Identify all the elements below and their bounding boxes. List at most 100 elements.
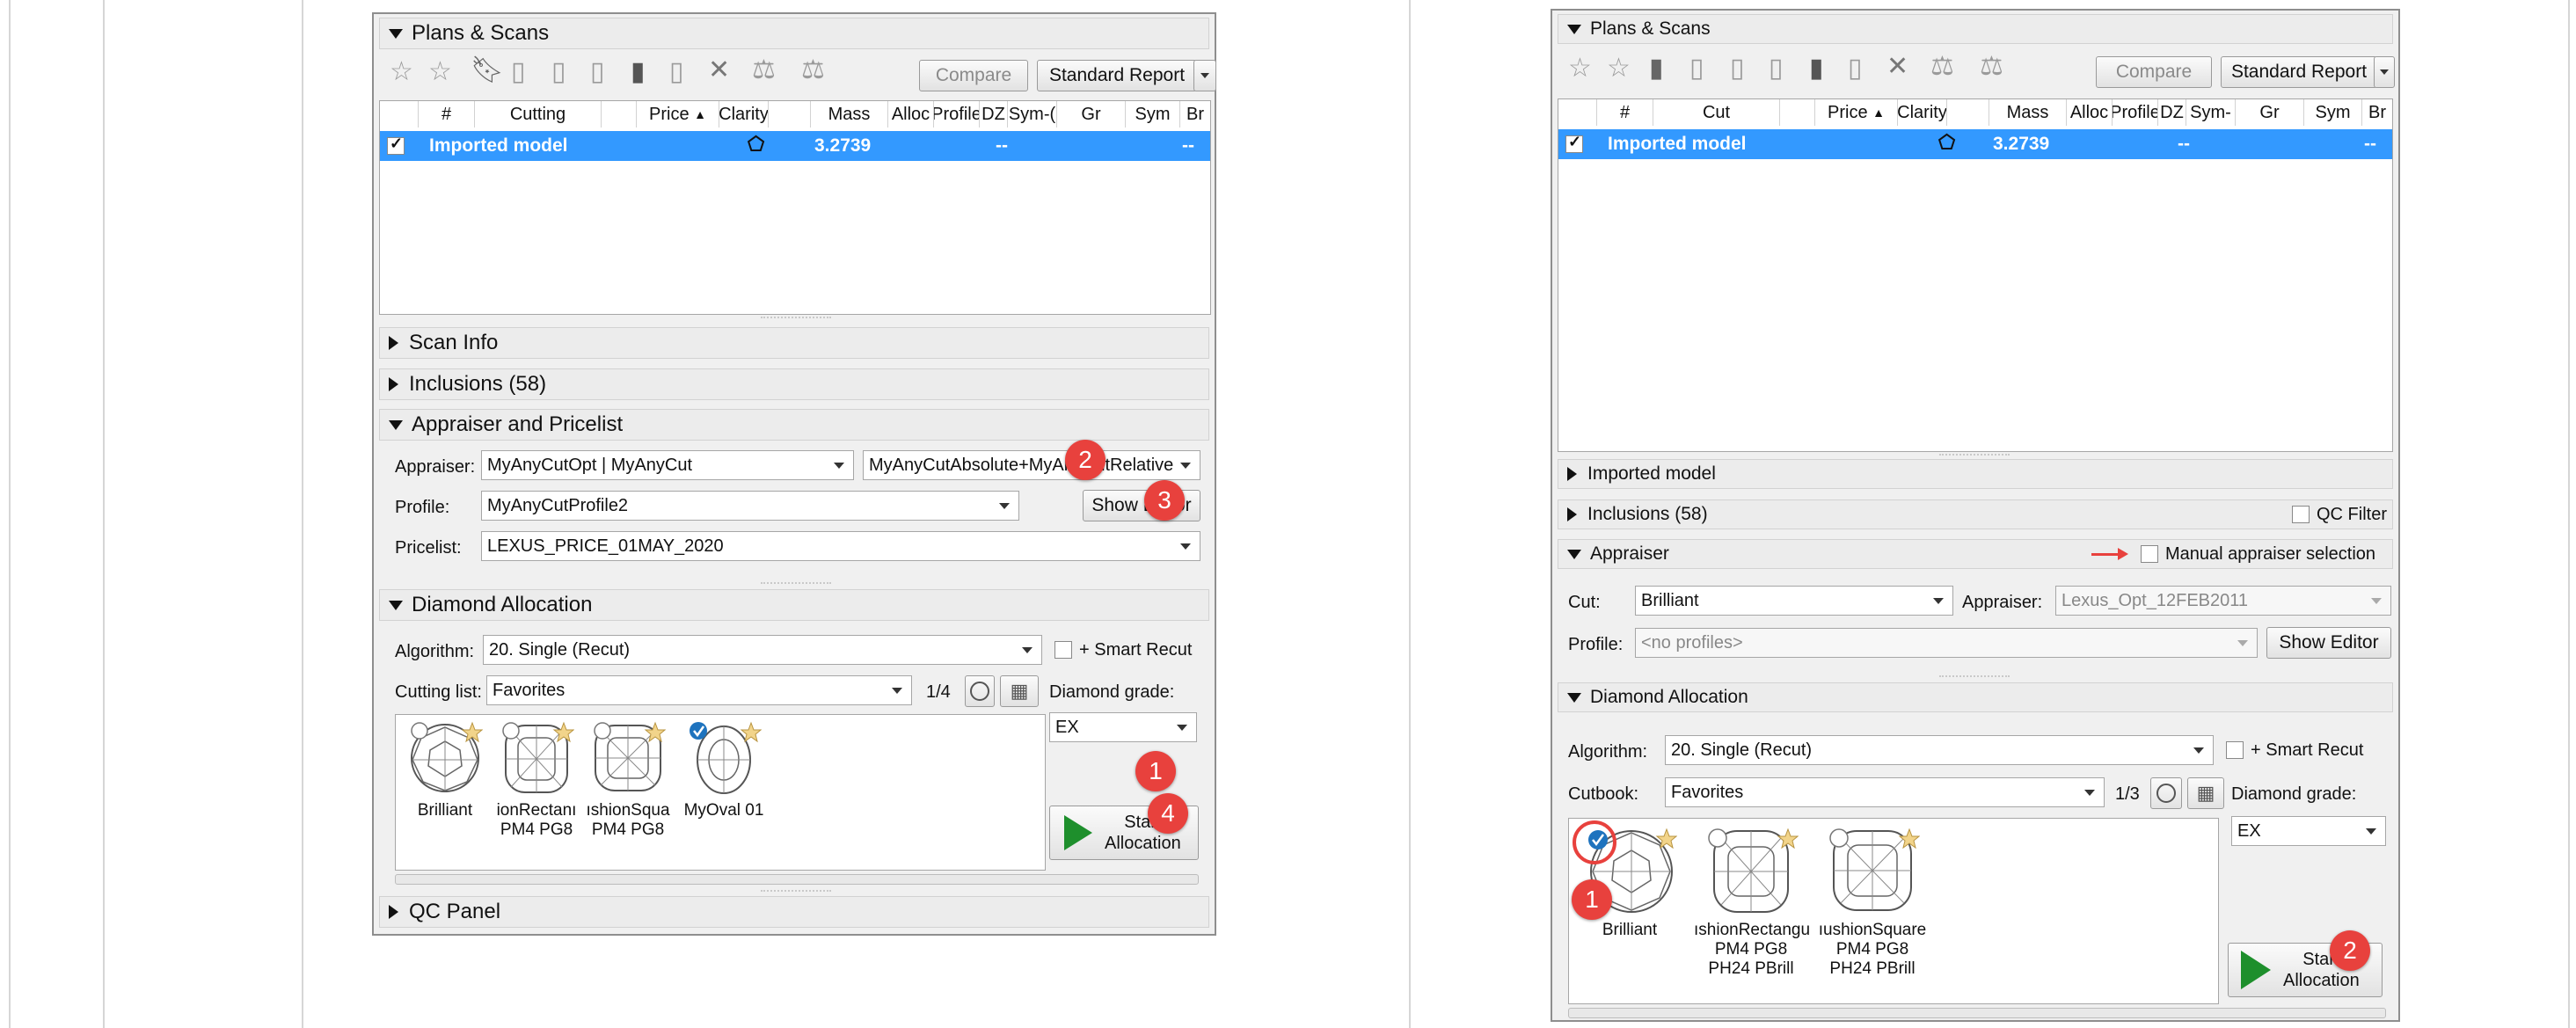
- splitter[interactable]: [1939, 454, 2010, 458]
- col-header[interactable]: Cut: [1653, 99, 1780, 126]
- scales-icon[interactable]: ⚖: [1930, 51, 1954, 82]
- col-header-price[interactable]: Price ▲: [1815, 99, 1898, 126]
- appraiser-header[interactable]: Appraiser Manual appraiser selection: [1558, 539, 2393, 569]
- col-header[interactable]: Sym-: [2186, 99, 2236, 126]
- diamond-allocation-header[interactable]: Diamond Allocation: [1558, 682, 2393, 712]
- star-icon[interactable]: ☆: [1568, 53, 1592, 84]
- list-options-button[interactable]: ▦: [2187, 777, 2224, 809]
- algorithm-select[interactable]: 20. Single (Recut): [483, 635, 1042, 665]
- appraiser-pricelist-header[interactable]: Appraiser and Pricelist: [379, 409, 1209, 441]
- inclusions-header[interactable]: Inclusions (58): [379, 368, 1209, 400]
- scales-icon[interactable]: ⚖: [752, 55, 776, 85]
- diamond-grade-select[interactable]: EX: [1049, 712, 1197, 742]
- horizontal-scrollbar[interactable]: [395, 874, 1199, 885]
- table-row[interactable]: ✓ Imported model ⬠ 3.2739 -- --: [1558, 129, 2392, 159]
- relative-select[interactable]: MyAnyCutAbsolute+MyAnyCutRelative: [863, 450, 1200, 480]
- col-header[interactable]: Sym: [1126, 101, 1180, 128]
- scan-info-header[interactable]: Scan Info: [379, 327, 1209, 359]
- bookmark-outline-icon[interactable]: ▯: [1848, 53, 1863, 84]
- splitter[interactable]: [761, 317, 831, 321]
- col-header[interactable]: Alloc: [2067, 99, 2113, 126]
- col-header[interactable]: Br: [1180, 101, 1210, 128]
- row-checkbox[interactable]: ✓: [1565, 133, 1583, 153]
- scales-off-icon[interactable]: ⚖: [801, 55, 825, 85]
- bookmark-icon[interactable]: ▯: [1730, 53, 1745, 84]
- diamond-item-myoval[interactable]: MyOval 01: [675, 720, 772, 820]
- profile-select[interactable]: <no profiles>: [1635, 628, 2258, 658]
- plans-scans-header[interactable]: Plans & Scans: [379, 18, 1209, 49]
- cut-select[interactable]: Brilliant: [1635, 586, 1953, 616]
- table-row[interactable]: ✓ Imported model ⬠ 3.2739 -- --: [380, 131, 1210, 161]
- diamond-item-cushion-square[interactable]: ıshionSqua PM4 PG8: [584, 720, 672, 840]
- list-options-button[interactable]: ▦: [1000, 675, 1039, 707]
- appraiser-select[interactable]: MyAnyCutOpt | MyAnyCut: [481, 450, 854, 480]
- qc-panel-header[interactable]: QC Panel: [379, 896, 1209, 928]
- col-header[interactable]: Alloc: [888, 101, 934, 128]
- bookmark-outline-icon[interactable]: ▯: [1769, 53, 1784, 84]
- appraiser-select[interactable]: Lexus_Opt_12FEB2011: [2055, 586, 2391, 616]
- smart-recut-checkbox[interactable]: [2226, 741, 2244, 759]
- bookmark-icon[interactable]: 🔖︎: [471, 55, 504, 85]
- diamond-item-cushion-square[interactable]: ıushionSquare PM4 PG8 PH24 PBrill: [1815, 824, 1930, 979]
- close-icon[interactable]: ✕: [1886, 51, 1908, 82]
- bookmark-outline-icon[interactable]: ▯: [1689, 53, 1704, 84]
- star-outline-icon[interactable]: ☆: [428, 56, 452, 87]
- imported-model-header[interactable]: Imported model: [1558, 459, 2393, 489]
- col-header[interactable]: DZ: [980, 101, 1008, 128]
- cutbook-select[interactable]: Favorites: [1665, 777, 2105, 807]
- scales-off-icon[interactable]: ⚖: [1980, 51, 2003, 82]
- circle-filter-button[interactable]: [965, 675, 995, 707]
- report-dropdown-button[interactable]: [2374, 56, 2395, 88]
- bookmark-outline-icon[interactable]: ▯: [590, 56, 605, 87]
- diamond-item-cushion-rectangle[interactable]: ıshionRectangu PM4 PG8 PH24 PBrill: [1694, 824, 1810, 979]
- splitter[interactable]: [1939, 675, 2010, 680]
- close-icon[interactable]: ✕: [708, 55, 730, 85]
- compare-button[interactable]: Compare: [919, 60, 1028, 91]
- col-header[interactable]: Profile: [2113, 99, 2158, 126]
- bookmark-outline-icon[interactable]: ▯: [669, 56, 684, 87]
- horizontal-scrollbar[interactable]: [1568, 1008, 2386, 1018]
- bookmark-outline-icon[interactable]: ▯: [511, 56, 526, 87]
- standard-report-button[interactable]: Standard Report: [1037, 60, 1197, 91]
- bookmark-icon[interactable]: ▯: [551, 56, 566, 87]
- report-dropdown-button[interactable]: [1193, 60, 1216, 91]
- col-header[interactable]: Gr: [2236, 99, 2304, 126]
- qc-filter-checkbox[interactable]: [2292, 506, 2310, 523]
- algorithm-select[interactable]: 20. Single (Recut): [1665, 735, 2214, 765]
- diamond-item-brilliant[interactable]: Brilliant: [401, 720, 489, 820]
- col-header[interactable]: Cutting: [475, 101, 602, 128]
- pricelist-select[interactable]: LEXUS_PRICE_01MAY_2020: [481, 531, 1200, 561]
- standard-report-button[interactable]: Standard Report: [2221, 56, 2377, 88]
- col-header[interactable]: Gr: [1057, 101, 1126, 128]
- bookmark-filled-icon[interactable]: ▮: [1809, 53, 1824, 84]
- inclusions-header[interactable]: Inclusions (58) QC Filter: [1558, 499, 2393, 529]
- diamond-allocation-header[interactable]: Diamond Allocation: [379, 589, 1209, 621]
- cutting-list-select[interactable]: Favorites: [486, 675, 912, 705]
- col-header[interactable]: Mass: [1989, 99, 2067, 126]
- star-outline-icon[interactable]: ☆: [1607, 53, 1631, 84]
- circle-filter-button[interactable]: [2150, 777, 2182, 809]
- manual-appraiser-checkbox[interactable]: [2141, 545, 2158, 563]
- col-header[interactable]: Br: [2362, 99, 2392, 126]
- col-header[interactable]: Sym-(: [1008, 101, 1057, 128]
- diamond-item-cushion-rectangle[interactable]: ionRectanı PM4 PG8: [493, 720, 580, 840]
- col-header[interactable]: Sym: [2304, 99, 2362, 126]
- splitter[interactable]: [761, 582, 831, 587]
- bookmark-icon[interactable]: ▮: [1649, 53, 1664, 84]
- col-header[interactable]: Clarity: [1898, 99, 1947, 126]
- row-checkbox[interactable]: ✓: [387, 135, 405, 155]
- star-icon[interactable]: ☆: [390, 56, 413, 87]
- plans-scans-header[interactable]: Plans & Scans: [1558, 14, 2393, 44]
- col-header[interactable]: Profile: [934, 101, 980, 128]
- bookmark-filled-icon[interactable]: ▮: [631, 56, 646, 87]
- compare-button[interactable]: Compare: [2096, 56, 2212, 88]
- col-header[interactable]: #: [1597, 99, 1653, 126]
- col-header[interactable]: DZ: [2158, 99, 2186, 126]
- col-header-price[interactable]: Price ▲: [637, 101, 719, 128]
- show-editor-button[interactable]: Show Editor: [2266, 627, 2391, 659]
- col-header[interactable]: Mass: [811, 101, 888, 128]
- splitter[interactable]: [761, 890, 831, 894]
- col-header[interactable]: #: [419, 101, 475, 128]
- profile-select[interactable]: MyAnyCutProfile2: [481, 491, 1019, 521]
- diamond-grade-select[interactable]: EX: [2231, 816, 2386, 846]
